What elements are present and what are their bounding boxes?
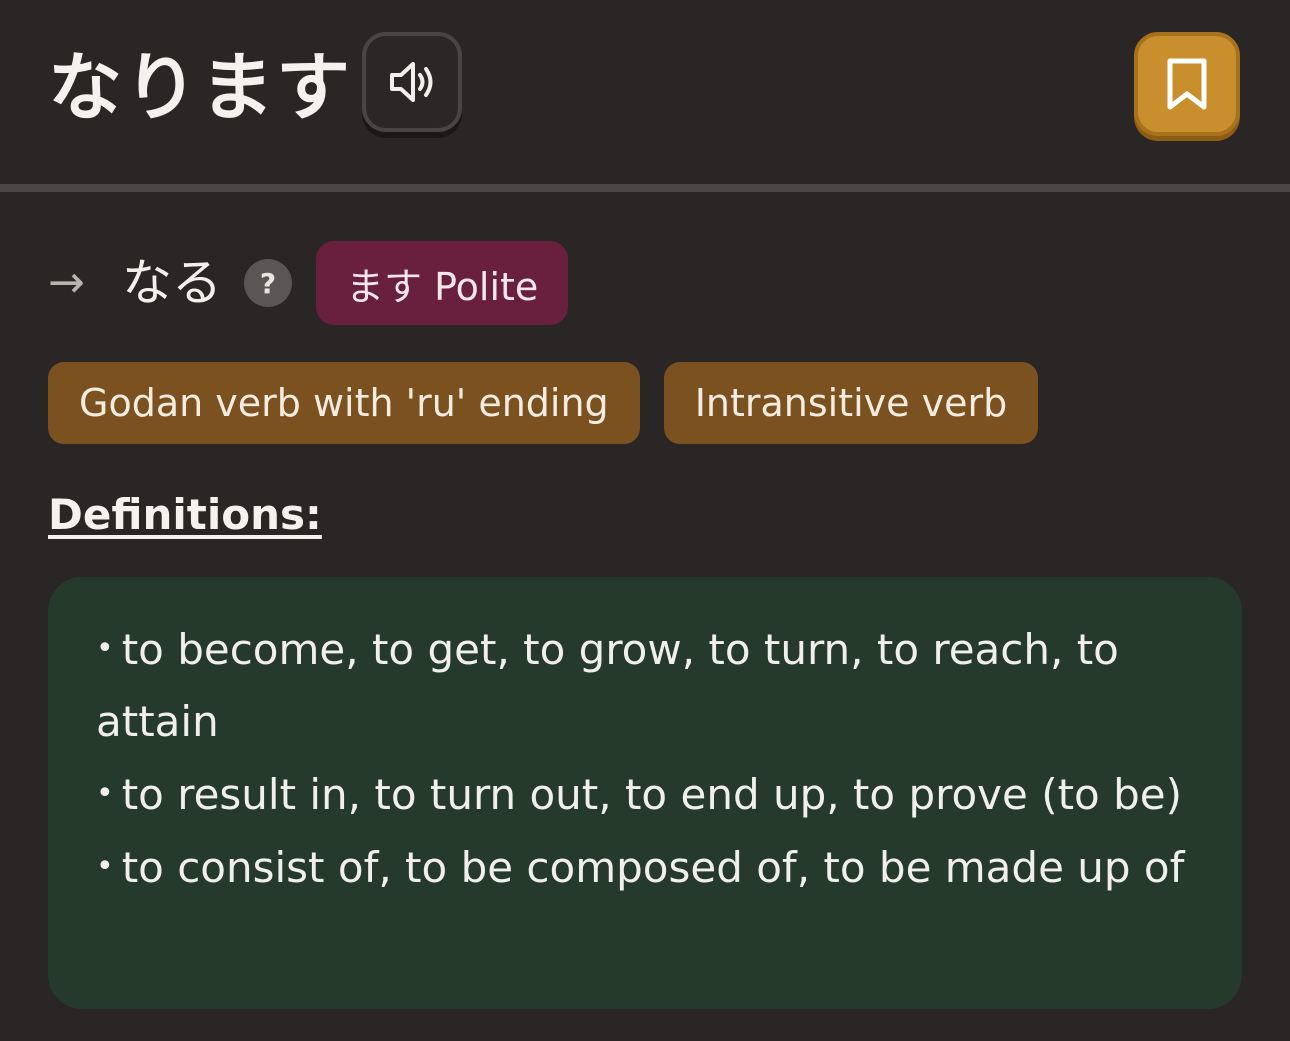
bullet: •	[96, 631, 114, 666]
bullet: •	[96, 849, 114, 884]
audio-button[interactable]	[362, 32, 462, 132]
definition-text: to become, to get, to grow, to turn, to …	[96, 625, 1119, 746]
tag-intransitive-verb[interactable]: Intransitive verb	[663, 362, 1039, 444]
help-icon[interactable]: ?	[244, 259, 292, 307]
arrow-icon: →	[48, 257, 85, 308]
page-title: なります	[48, 45, 352, 131]
header-divider	[0, 184, 1290, 192]
bullet: •	[96, 776, 114, 811]
bookmark-button[interactable]	[1134, 32, 1240, 136]
polite-form-tag[interactable]: ます Polite	[316, 241, 569, 325]
bookmark-icon	[1167, 58, 1207, 110]
word-type-tags: Godan verb with 'ru' ending Intransitive…	[48, 362, 1062, 444]
base-form-row: → なる ? ます Polite	[48, 240, 569, 326]
header: なります	[0, 0, 1290, 184]
definitions-heading: Definitions:	[48, 490, 322, 539]
definition-item: • to become, to get, to grow, to turn, to…	[96, 613, 1194, 758]
definition-item: • to consist of, to be composed of, to be…	[96, 831, 1194, 904]
definitions-box: • to become, to get, to grow, to turn, to…	[48, 577, 1242, 1009]
definition-item: • to result in, to turn out, to end up, t…	[96, 758, 1194, 831]
speaker-icon	[390, 62, 433, 102]
tag-godan-verb[interactable]: Godan verb with 'ru' ending	[48, 362, 640, 444]
definition-text: to result in, to turn out, to end up, to…	[121, 770, 1182, 819]
definition-text: to consist of, to be composed of, to be …	[121, 843, 1185, 892]
base-form-word: なる	[122, 254, 222, 312]
